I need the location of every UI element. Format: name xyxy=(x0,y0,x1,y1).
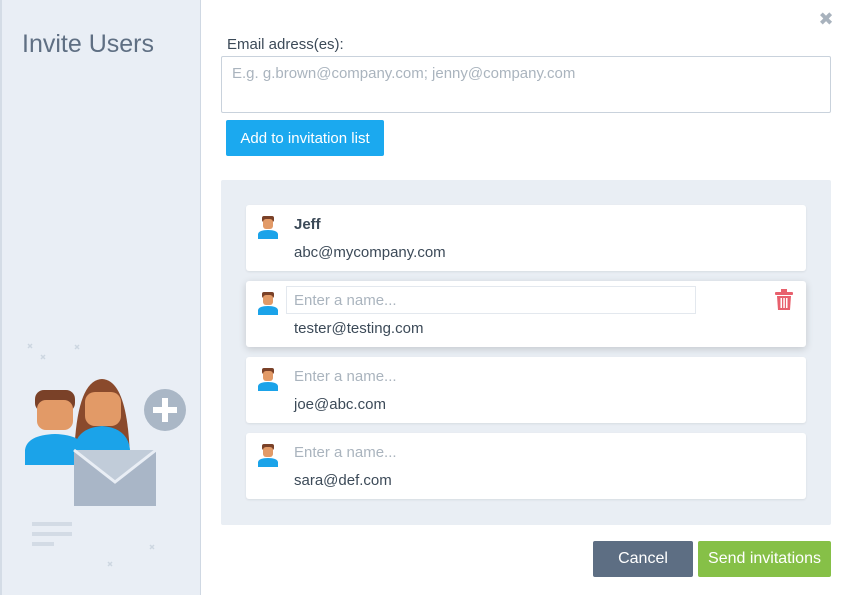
invitee-name-input[interactable] xyxy=(286,362,696,390)
invitee-email: joe@abc.com xyxy=(294,396,386,413)
trash-icon[interactable] xyxy=(774,289,794,311)
user-avatar-icon xyxy=(258,444,278,467)
close-icon: ✖ xyxy=(818,9,834,29)
invitation-card: Jeff abc@mycompany.com xyxy=(246,205,806,271)
invitee-name[interactable]: Jeff xyxy=(294,216,321,233)
invitation-card: tester@testing.com xyxy=(246,281,806,347)
email-field[interactable] xyxy=(221,56,831,113)
user-avatar-icon xyxy=(258,368,278,391)
invitee-email: abc@mycompany.com xyxy=(294,244,446,261)
add-to-invitation-list-button[interactable]: Add to invitation list xyxy=(226,120,384,156)
cancel-button[interactable]: Cancel xyxy=(593,541,693,577)
invite-users-illustration xyxy=(25,343,186,567)
send-invitations-button[interactable]: Send invitations xyxy=(698,541,831,577)
sidebar: Invite Users xyxy=(0,0,201,595)
user-avatar-icon xyxy=(258,216,278,239)
dialog-title: Invite Users xyxy=(22,30,154,58)
email-label: Email adress(es): xyxy=(227,36,344,53)
invitee-email: tester@testing.com xyxy=(294,320,424,337)
close-button[interactable]: ✖ xyxy=(818,9,834,29)
invitee-name-input[interactable] xyxy=(286,438,696,466)
invitation-card: sara@def.com xyxy=(246,433,806,499)
invitation-card: joe@abc.com xyxy=(246,357,806,423)
invitation-list: Jeff abc@mycompany.com tester@testing.co… xyxy=(221,180,831,525)
user-avatar-icon xyxy=(258,292,278,315)
invitee-email: sara@def.com xyxy=(294,472,392,489)
invitee-name-input[interactable] xyxy=(286,286,696,314)
